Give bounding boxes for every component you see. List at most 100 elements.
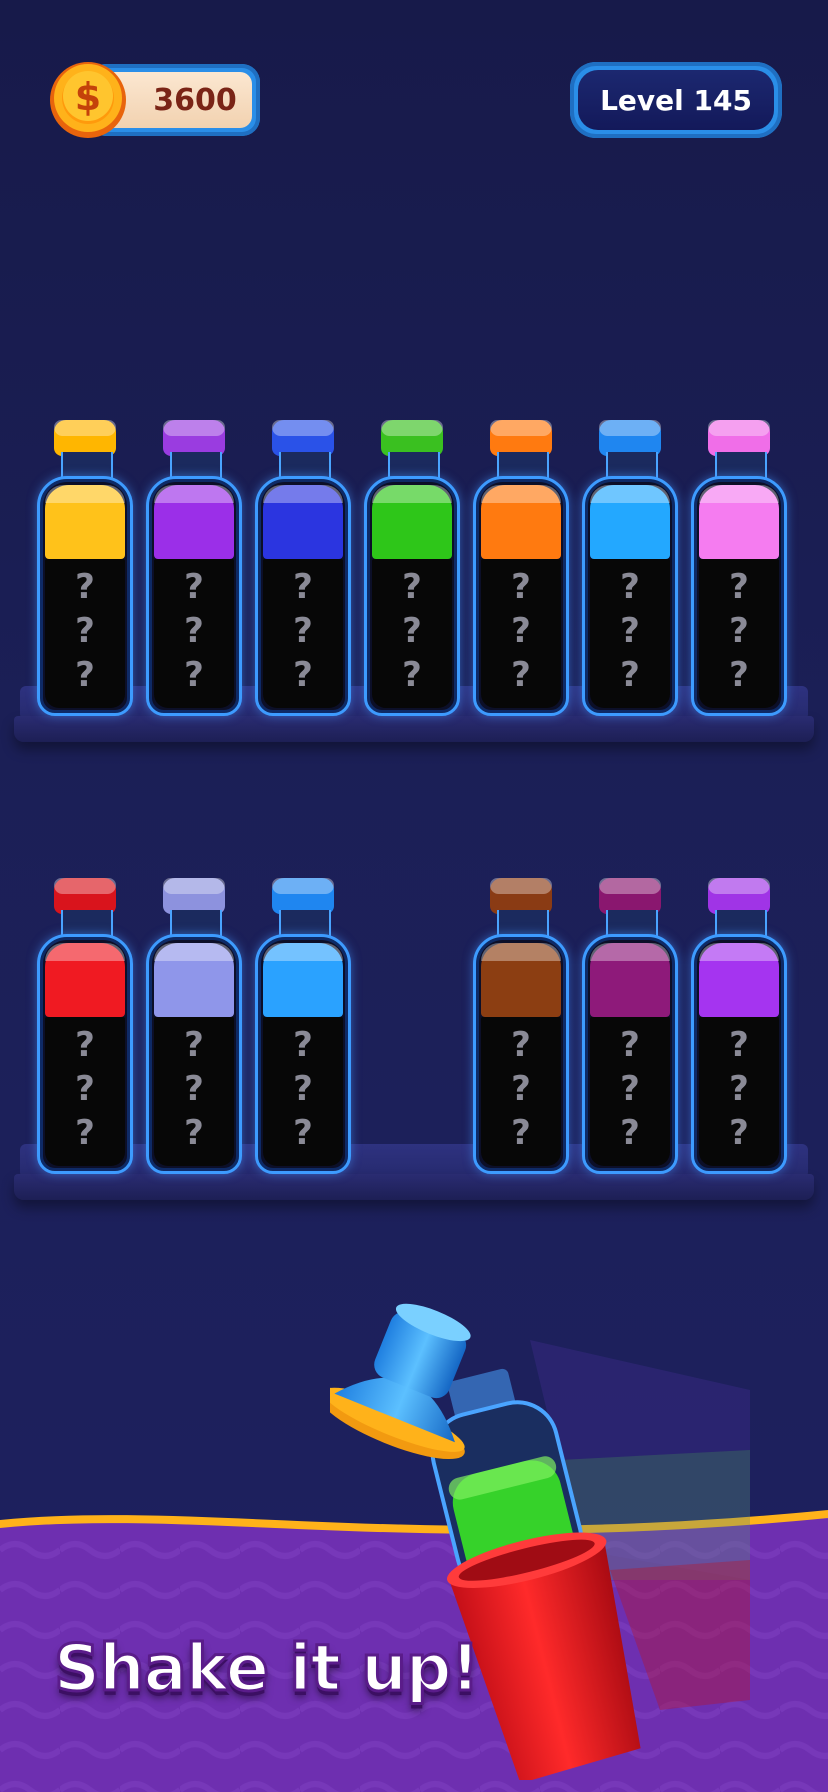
bottle-body: ??? [582, 476, 678, 716]
bottle[interactable]: ??? [146, 878, 242, 1174]
level-indicator: Level 145 [570, 62, 782, 138]
bottle[interactable]: ??? [146, 420, 242, 716]
bottle-cap [490, 878, 552, 914]
bottle[interactable]: ??? [691, 420, 787, 716]
bottle[interactable]: ??? [255, 420, 351, 716]
liquid-layer [263, 485, 343, 559]
hidden-layers: ??? [590, 559, 670, 708]
liquid-layer [590, 485, 670, 559]
liquid-layer [45, 485, 125, 559]
hidden-layers: ??? [263, 559, 343, 708]
bottle-body: ??? [37, 934, 133, 1174]
bottle-body: ??? [146, 934, 242, 1174]
bottle-cap [272, 878, 334, 914]
bottle-body: ??? [473, 476, 569, 716]
question-mark-icon: ? [511, 611, 531, 651]
question-mark-icon: ? [293, 567, 313, 607]
question-mark-icon: ? [293, 655, 313, 695]
question-mark-icon: ? [620, 1069, 640, 1109]
question-mark-icon: ? [75, 1069, 95, 1109]
liquid-layer [154, 485, 234, 559]
bottle[interactable]: ??? [473, 878, 569, 1174]
question-mark-icon: ? [729, 567, 749, 607]
question-mark-icon: ? [75, 1025, 95, 1065]
question-mark-icon: ? [402, 567, 422, 607]
liquid-layer [699, 485, 779, 559]
hidden-layers: ??? [154, 559, 234, 708]
liquid-layer [45, 943, 125, 1017]
question-mark-icon: ? [293, 1113, 313, 1153]
level-label: Level 145 [578, 70, 774, 130]
bottle-cap [599, 420, 661, 456]
bottle-body: ??? [582, 934, 678, 1174]
question-mark-icon: ? [184, 1025, 204, 1065]
bottle-body: ??? [37, 476, 133, 716]
question-mark-icon: ? [293, 1069, 313, 1109]
question-mark-icon: ? [729, 1069, 749, 1109]
bottle[interactable]: ??? [37, 420, 133, 716]
question-mark-icon: ? [293, 1025, 313, 1065]
bottle[interactable]: ??? [691, 878, 787, 1174]
question-mark-icon: ? [184, 567, 204, 607]
hidden-layers: ??? [590, 1017, 670, 1166]
bottle-body: ??? [255, 934, 351, 1174]
liquid-layer [372, 485, 452, 559]
question-mark-icon: ? [511, 655, 531, 695]
coin-counter: 3600 $ [48, 60, 262, 140]
liquid-layer [481, 485, 561, 559]
liquid-layer [481, 943, 561, 1017]
bottle-cap [708, 878, 770, 914]
question-mark-icon: ? [293, 611, 313, 651]
liquid-layer [699, 943, 779, 1017]
coin-symbol: $ [75, 75, 101, 119]
question-mark-icon: ? [402, 655, 422, 695]
hidden-layers: ??? [481, 559, 561, 708]
question-mark-icon: ? [620, 655, 640, 695]
question-mark-icon: ? [75, 1113, 95, 1153]
question-mark-icon: ? [511, 1113, 531, 1153]
question-mark-icon: ? [184, 1069, 204, 1109]
hidden-layers: ??? [699, 1017, 779, 1166]
bottle-cap [490, 420, 552, 456]
question-mark-icon: ? [620, 1113, 640, 1153]
bottle-body: ??? [691, 934, 787, 1174]
question-mark-icon: ? [184, 655, 204, 695]
question-mark-icon: ? [75, 655, 95, 695]
bottle-cap [381, 420, 443, 456]
hidden-layers: ??? [481, 1017, 561, 1166]
bottle-body: ??? [146, 476, 242, 716]
question-mark-icon: ? [729, 611, 749, 651]
hidden-layers: ??? [154, 1017, 234, 1166]
question-mark-icon: ? [184, 1113, 204, 1153]
hidden-layers: ??? [45, 559, 125, 708]
bottle-cap [54, 878, 116, 914]
bottle-cap [708, 420, 770, 456]
question-mark-icon: ? [620, 611, 640, 651]
question-mark-icon: ? [729, 1025, 749, 1065]
liquid-layer [263, 943, 343, 1017]
liquid-layer [590, 943, 670, 1017]
question-mark-icon: ? [511, 1025, 531, 1065]
bottle[interactable]: ??? [364, 420, 460, 716]
coin-icon: $ [50, 62, 126, 138]
hidden-layers: ??? [263, 1017, 343, 1166]
question-mark-icon: ? [620, 567, 640, 607]
question-mark-icon: ? [184, 611, 204, 651]
hidden-layers: ??? [372, 559, 452, 708]
bottle-body: ??? [473, 934, 569, 1174]
bottle[interactable]: ??? [582, 878, 678, 1174]
promo-headline: Shake it up! [53, 1631, 482, 1708]
bottle[interactable]: ??? [37, 878, 133, 1174]
question-mark-icon: ? [511, 567, 531, 607]
bottle-cap [599, 878, 661, 914]
question-mark-icon: ? [729, 1113, 749, 1153]
bottle[interactable]: ??? [255, 878, 351, 1174]
bottle[interactable]: ??? [473, 420, 569, 716]
bottle-cap [163, 420, 225, 456]
question-mark-icon: ? [620, 1025, 640, 1065]
question-mark-icon: ? [402, 611, 422, 651]
hidden-layers: ??? [45, 1017, 125, 1166]
bottle[interactable]: ??? [582, 420, 678, 716]
question-mark-icon: ? [511, 1069, 531, 1109]
question-mark-icon: ? [729, 655, 749, 695]
